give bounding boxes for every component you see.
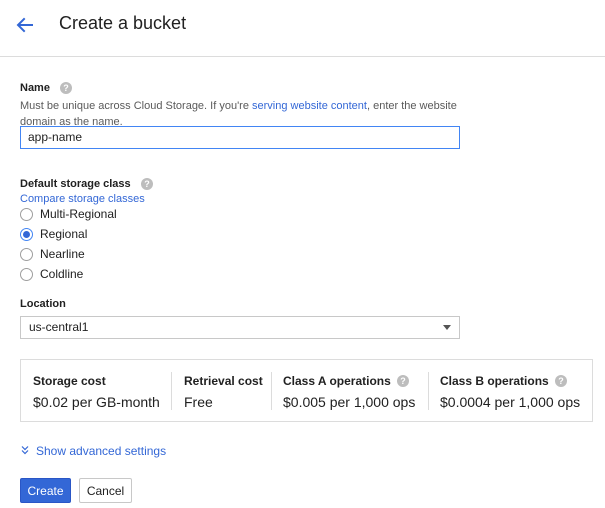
- help-icon[interactable]: ?: [396, 375, 409, 387]
- name-label: Name: [20, 82, 50, 94]
- cost-heading: Storage cost: [33, 374, 106, 388]
- location-value: us-central1: [29, 320, 89, 334]
- back-arrow-icon[interactable]: [12, 12, 38, 38]
- storage-class-label: Default storage class: [20, 178, 131, 190]
- radio-multi-regional[interactable]: Multi-Regional: [20, 205, 117, 223]
- column-divider: [271, 372, 272, 410]
- cost-heading-row: Class A operations ?: [283, 374, 415, 388]
- help-icon[interactable]: ?: [554, 375, 567, 387]
- bucket-name-input[interactable]: app-name: [20, 126, 460, 149]
- column-divider: [171, 372, 172, 410]
- location-select[interactable]: us-central1: [20, 316, 460, 339]
- radio-button-selected[interactable]: [20, 227, 33, 241]
- retrieval-cost: Retrieval cost Free: [184, 374, 263, 410]
- cost-value: $0.0004 per 1,000 ops: [440, 394, 581, 410]
- cost-heading-row: Class B operations ?: [440, 374, 580, 388]
- storage-class-section: Default storage class ? Compare storage …: [20, 174, 420, 205]
- radio-button[interactable]: [20, 247, 33, 261]
- radio-label: Coldline: [40, 267, 84, 281]
- name-desc-text: Must be unique across Cloud Storage. If …: [20, 100, 253, 112]
- show-advanced-settings-label: Show advanced settings: [36, 444, 167, 458]
- cost-heading: Class B operations: [440, 374, 549, 388]
- svg-text:?: ?: [64, 83, 70, 93]
- create-button[interactable]: Create: [20, 478, 71, 503]
- cost-value: $0.005 per 1,000 ops: [283, 394, 416, 410]
- help-icon[interactable]: ?: [141, 177, 154, 190]
- serving-website-content-link[interactable]: serving website content: [252, 100, 367, 112]
- double-chevron-down-icon: [20, 442, 30, 460]
- cost-summary-panel: Storage cost $0.02 per GB-month Retrieva…: [20, 359, 593, 422]
- show-advanced-settings-toggle[interactable]: Show advanced settings: [20, 442, 166, 460]
- cost-heading: Retrieval cost: [184, 374, 263, 388]
- name-section: Name ? Must be unique across Cloud Stora…: [20, 78, 580, 130]
- radio-coldline[interactable]: Coldline: [20, 265, 83, 283]
- column-divider: [428, 372, 429, 410]
- radio-regional[interactable]: Regional: [20, 225, 87, 243]
- radio-label: Regional: [40, 227, 88, 241]
- cancel-button[interactable]: Cancel: [79, 478, 132, 503]
- cost-value: $0.02 per GB-month: [33, 394, 160, 410]
- compare-storage-classes-link[interactable]: Compare storage classes: [20, 193, 420, 205]
- radio-nearline[interactable]: Nearline: [20, 245, 85, 263]
- radio-button[interactable]: [20, 207, 33, 221]
- help-icon[interactable]: ?: [60, 81, 73, 94]
- radio-button[interactable]: [20, 267, 33, 281]
- svg-text:?: ?: [558, 376, 564, 386]
- page-title: Create a bucket: [59, 13, 187, 33]
- class-a-operations: Class A operations ? $0.005 per 1,000 op…: [283, 374, 415, 410]
- cost-heading: Class A operations: [283, 374, 391, 388]
- storage-cost: Storage cost $0.02 per GB-month: [33, 374, 160, 410]
- radio-label: Nearline: [40, 247, 85, 261]
- svg-text:?: ?: [144, 179, 150, 189]
- page-header: Create a bucket: [0, 0, 605, 57]
- class-b-operations: Class B operations ? $0.0004 per 1,000 o…: [440, 374, 580, 410]
- cost-value: Free: [184, 394, 213, 410]
- radio-label: Multi-Regional: [40, 207, 117, 221]
- dropdown-arrow-icon: [443, 325, 451, 330]
- location-label: Location: [20, 298, 66, 310]
- svg-text:?: ?: [400, 376, 406, 386]
